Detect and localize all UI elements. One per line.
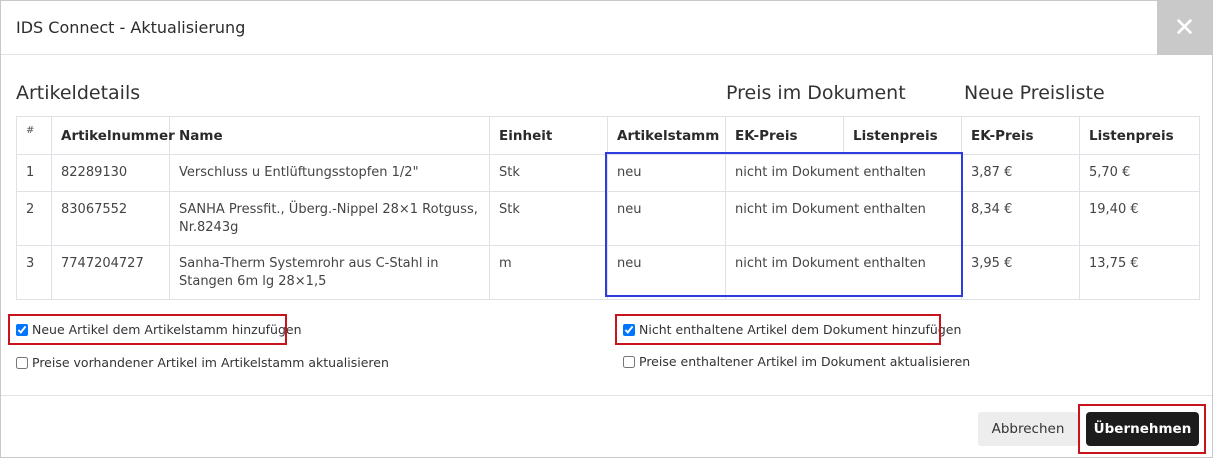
- cell-artikelstamm: neu: [608, 192, 726, 246]
- section-title-details: Artikeldetails: [16, 82, 140, 104]
- add-new-articles-checkbox[interactable]: [16, 324, 28, 336]
- header-doc-ek-preis: EK-Preis: [726, 117, 844, 155]
- ids-connect-dialog: IDS Connect - Aktualisierung ✕ Artikelde…: [0, 0, 1213, 458]
- cell-artikelnummer: 82289130: [52, 155, 170, 192]
- table-row: 3 7747204727 Sanha-Therm Systemrohr aus …: [17, 246, 1200, 300]
- table-row: 1 82289130 Verschluss u Entlüftungsstopf…: [17, 155, 1200, 192]
- cell-doc-price: nicht im Dokument enthalten: [726, 246, 962, 300]
- cell-einheit: Stk: [490, 192, 608, 246]
- cell-artikelstamm: neu: [608, 155, 726, 192]
- add-missing-articles-label: Nicht enthaltene Artikel dem Dokument hi…: [639, 322, 961, 337]
- cell-new-ek-preis: 3,95 €: [962, 246, 1080, 300]
- header-doc-listenpreis: Listenpreis: [844, 117, 962, 155]
- cell-name: SANHA Pressfit., Überg.-Nippel 28×1 Rotg…: [170, 192, 490, 246]
- cancel-button[interactable]: Abbrechen: [978, 412, 1078, 446]
- table-header-row: # Artikelnummer Name Einheit Artikelstam…: [17, 117, 1200, 155]
- header-new-ek-preis: EK-Preis: [962, 117, 1080, 155]
- dialog-header: IDS Connect - Aktualisierung ✕: [1, 1, 1212, 55]
- cell-doc-price: nicht im Dokument enthalten: [726, 192, 962, 246]
- header-name: Name: [170, 117, 490, 155]
- cell-new-listenpreis: 13,75 €: [1080, 246, 1200, 300]
- cell-artikelnummer: 7747204727: [52, 246, 170, 300]
- header-new-listenpreis: Listenpreis: [1080, 117, 1200, 155]
- cell-name: Sanha-Therm Systemrohr aus C-Stahl in St…: [170, 246, 490, 300]
- cell-einheit: m: [490, 246, 608, 300]
- footer-divider: [1, 395, 1212, 396]
- cell-index: 2: [17, 192, 52, 246]
- cell-artikelnummer: 83067552: [52, 192, 170, 246]
- section-title-pricelist: Neue Preisliste: [964, 82, 1105, 104]
- header-artikelnummer: Artikelnummer: [52, 117, 170, 155]
- cell-index: 3: [17, 246, 52, 300]
- update-doc-prices-label: Preise enthaltener Artikel im Dokument a…: [639, 354, 970, 369]
- close-button[interactable]: ✕: [1157, 1, 1212, 55]
- option-add-new-articles[interactable]: Neue Artikel dem Artikelstamm hinzufügen: [16, 322, 302, 337]
- cell-new-ek-preis: 8,34 €: [962, 192, 1080, 246]
- cell-index: 1: [17, 155, 52, 192]
- update-doc-prices-checkbox[interactable]: [623, 356, 635, 368]
- dialog-title: IDS Connect - Aktualisierung: [16, 18, 245, 37]
- cell-new-listenpreis: 5,70 €: [1080, 155, 1200, 192]
- cell-new-ek-preis: 3,87 €: [962, 155, 1080, 192]
- article-table: # Artikelnummer Name Einheit Artikelstam…: [16, 116, 1200, 300]
- add-new-articles-label: Neue Artikel dem Artikelstamm hinzufügen: [32, 322, 302, 337]
- table-row: 2 83067552 SANHA Pressfit., Überg.-Nippe…: [17, 192, 1200, 246]
- add-missing-articles-checkbox[interactable]: [623, 324, 635, 336]
- cell-doc-price: nicht im Dokument enthalten: [726, 155, 962, 192]
- cell-name: Verschluss u Entlüftungsstopfen 1/2": [170, 155, 490, 192]
- header-einheit: Einheit: [490, 117, 608, 155]
- cell-einheit: Stk: [490, 155, 608, 192]
- header-index: #: [17, 117, 52, 155]
- option-update-prices[interactable]: Preise vorhandener Artikel im Artikelsta…: [16, 355, 389, 370]
- update-prices-label: Preise vorhandener Artikel im Artikelsta…: [32, 355, 389, 370]
- option-update-doc-prices[interactable]: Preise enthaltener Artikel im Dokument a…: [623, 354, 970, 369]
- header-artikelstamm: Artikelstamm: [608, 117, 726, 155]
- cell-new-listenpreis: 19,40 €: [1080, 192, 1200, 246]
- apply-button[interactable]: Übernehmen: [1086, 412, 1199, 446]
- update-prices-checkbox[interactable]: [16, 357, 28, 369]
- cell-artikelstamm: neu: [608, 246, 726, 300]
- close-icon: ✕: [1174, 13, 1196, 43]
- section-title-document: Preis im Dokument: [726, 82, 906, 104]
- option-add-missing-articles[interactable]: Nicht enthaltene Artikel dem Dokument hi…: [623, 322, 961, 337]
